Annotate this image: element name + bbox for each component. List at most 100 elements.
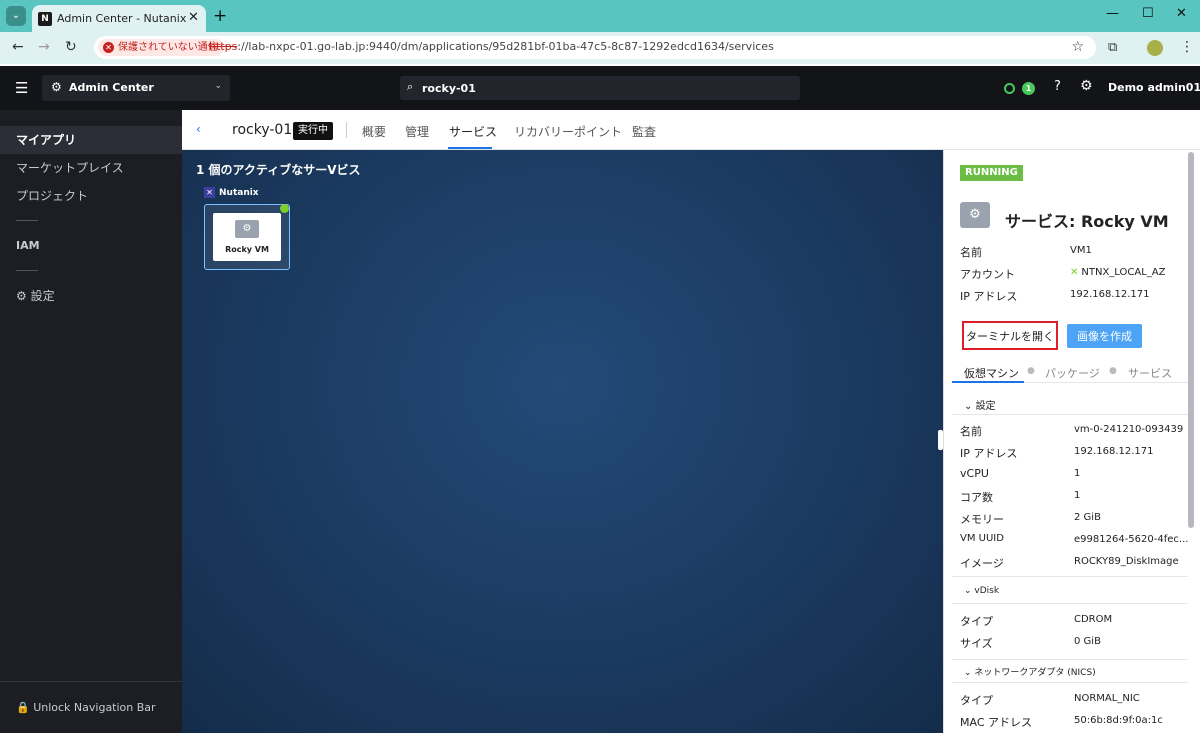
tab-search-icon[interactable]: ⌄	[6, 6, 26, 26]
nic-type-label: タイプ	[960, 694, 993, 707]
profile-avatar[interactable]	[1147, 40, 1163, 56]
sidebar-divider	[0, 681, 182, 682]
insecure-label: 保護されていない通信	[118, 42, 218, 53]
window-close-icon[interactable]: ✕	[1176, 6, 1187, 21]
services-canvas[interactable]: 1 個のアクティブなサーVビス ✕ Nutanix ⚙ Rocky VM	[182, 150, 943, 733]
service-title: サービス: Rocky VM	[1005, 212, 1169, 231]
subtab-services[interactable]: サービス	[1128, 365, 1172, 381]
app-header: ☰ ⚙ Admin Center ⌄ ⌕ 1 ? ⚙ Demo admin01 …	[0, 66, 1200, 110]
service-card[interactable]: ⚙ Rocky VM	[204, 204, 290, 270]
sidebar-item-my-apps[interactable]: マイアプリ	[0, 126, 182, 154]
browser-menu-icon[interactable]: ⋮	[1180, 39, 1194, 55]
section-divider	[952, 603, 1188, 604]
subtab-vm[interactable]: 仮想マシン	[964, 365, 1019, 381]
section-vdisk-toggle[interactable]: ⌄ vDisk	[964, 586, 999, 596]
nutanix-account-icon: ✕	[1070, 267, 1079, 278]
extensions-icon[interactable]: ⧉	[1108, 40, 1117, 55]
tab-title: Admin Center - Nutanix	[57, 12, 187, 25]
nic-type-value: NORMAL_NIC	[1074, 693, 1140, 704]
vm-service-icon: ⚙	[235, 220, 259, 238]
tab-services[interactable]: サービス	[449, 123, 497, 140]
sidebar-item-projects[interactable]: プロジェクト	[0, 182, 182, 210]
sidebar-item-marketplace[interactable]: マーケットプレイス	[0, 154, 182, 182]
forward-arrow-icon[interactable]: →	[38, 39, 50, 55]
vm-ip-label: IP アドレス	[960, 447, 1018, 460]
browser-tab[interactable]: N Admin Center - Nutanix ✕	[32, 5, 206, 32]
app-switcher[interactable]: ⚙ Admin Center ⌄	[42, 75, 230, 101]
nic-mac-label: MAC アドレス	[960, 716, 1032, 729]
section-divider	[952, 659, 1188, 660]
hamburger-menu-icon[interactable]: ☰	[15, 79, 28, 97]
vm-ip-value: 192.168.12.171	[1074, 446, 1154, 457]
summary-name-value: VM1	[1070, 245, 1092, 256]
section-settings-label: 設定	[975, 401, 996, 412]
open-terminal-button[interactable]: ターミナルを開く	[962, 321, 1058, 350]
vm-cores-value: 1	[1074, 490, 1081, 501]
chevron-down-icon: ⌄	[964, 586, 975, 596]
subtab-packages[interactable]: パッケージ	[1045, 365, 1100, 381]
lock-icon: 🔒	[16, 701, 34, 714]
vdisk-type-value: CDROM	[1074, 614, 1113, 625]
section-nics-toggle[interactable]: ⌄ ネットワークアダプタ (NICS)	[964, 665, 1096, 678]
sidebar: マイアプリ マーケットプレイス プロジェクト IAM ⚙ 設定 🔒 Unlock…	[0, 110, 182, 733]
sidebar-item-iam[interactable]: IAM	[0, 232, 182, 260]
sidebar-item-settings[interactable]: ⚙ 設定	[0, 282, 182, 310]
chevron-down-icon: ⌄	[214, 81, 222, 91]
app-page-header: ‹ rocky-01 実行中 概要 管理 サービス リカバリーポイント 監査	[182, 110, 1200, 150]
vm-service-icon: ⚙	[960, 202, 990, 228]
alerts-count-badge[interactable]: 1	[1022, 82, 1035, 95]
app-switcher-label: Admin Center	[69, 81, 154, 94]
section-divider	[952, 682, 1188, 683]
vm-image-label: イメージ	[960, 557, 1004, 570]
vm-vcpu-label: vCPU	[960, 467, 989, 480]
create-image-button[interactable]: 画像を作成	[1067, 324, 1142, 348]
global-search[interactable]: ⌕	[400, 76, 800, 100]
tab-manage[interactable]: 管理	[405, 123, 429, 140]
tab-audit[interactable]: 監査	[632, 123, 656, 140]
user-name: Demo admin01	[1108, 81, 1200, 94]
alerts-ring-icon[interactable]	[1004, 83, 1015, 94]
minimize-icon[interactable]: —	[1106, 6, 1119, 21]
new-tab-icon[interactable]: +	[213, 6, 227, 26]
section-vdisk-label: vDisk	[974, 586, 1000, 596]
vm-cores-label: コア数	[960, 491, 993, 504]
summary-name-label: 名前	[960, 246, 982, 259]
service-card-body: ⚙ Rocky VM	[213, 213, 281, 261]
provider-label: ✕ Nutanix	[204, 187, 259, 198]
settings-gear-icon[interactable]: ⚙	[1080, 78, 1093, 94]
vdisk-size-label: サイズ	[960, 637, 993, 650]
back-chevron-icon[interactable]: ‹	[196, 122, 201, 136]
url-text[interactable]: https://lab-nxpc-01.go-lab.jp:9440/dm/ap…	[209, 40, 774, 53]
bookmark-star-icon[interactable]: ☆	[1071, 39, 1084, 55]
admin-center-icon: ⚙	[51, 80, 62, 94]
app-name: rocky-01	[232, 122, 293, 138]
vdisk-size-value: 0 GiB	[1074, 636, 1101, 647]
sidebar-divider	[16, 220, 38, 221]
address-bar[interactable]: ✕ 保護されていない通信 https://lab-nxpc-01.go-lab.…	[94, 36, 1096, 59]
vm-name-value: vm-0-241210-093439	[1074, 424, 1184, 435]
unlock-nav-button[interactable]: 🔒 Unlock Navigation Bar	[16, 701, 156, 714]
tab-recovery-points[interactable]: リカバリーポイント	[514, 123, 622, 140]
help-icon[interactable]: ?	[1054, 79, 1061, 94]
service-detail-panel: RUNNING ⚙ サービス: Rocky VM 名前 VM1 アカウント ✕ N…	[943, 150, 1200, 733]
vm-image-value: ROCKY89_DiskImage	[1074, 556, 1179, 567]
service-status-dot	[280, 204, 289, 213]
browser-toolbar: ← → ↻ ✕ 保護されていない通信 https://lab-nxpc-01.g…	[0, 32, 1200, 64]
back-arrow-icon[interactable]: ←	[12, 39, 24, 55]
section-divider	[952, 576, 1188, 577]
section-divider	[952, 414, 1188, 415]
subtab-separator: ●	[1027, 366, 1035, 376]
maximize-icon[interactable]: ☐	[1142, 6, 1154, 21]
url-rest: ://lab-nxpc-01.go-lab.jp:9440/dm/applica…	[237, 40, 774, 53]
insecure-badge[interactable]: ✕ 保護されていない通信	[98, 39, 224, 56]
reload-icon[interactable]: ↻	[65, 39, 77, 55]
warning-icon: ✕	[103, 42, 114, 53]
subtab-separator: ●	[1109, 366, 1117, 376]
user-menu[interactable]: Demo admin01 ⌄	[1108, 81, 1200, 94]
panel-scrollbar[interactable]	[1188, 152, 1194, 528]
sidebar-divider	[16, 270, 38, 271]
tab-close-icon[interactable]: ✕	[188, 10, 199, 25]
search-input[interactable]	[422, 79, 792, 97]
tab-overview[interactable]: 概要	[362, 123, 386, 140]
section-settings-toggle[interactable]: ⌄ 設定	[964, 397, 996, 412]
